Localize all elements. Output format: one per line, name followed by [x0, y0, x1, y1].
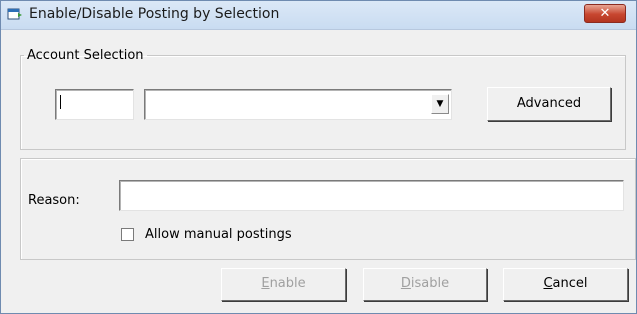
- disable-mnemonic: D: [400, 276, 411, 291]
- title-bar[interactable]: Enable/Disable Posting by Selection ✕: [1, 1, 636, 30]
- text-caret: [60, 95, 61, 109]
- enable-button[interactable]: Enable: [221, 268, 346, 301]
- app-icon: [7, 8, 22, 20]
- account-code-input[interactable]: [55, 89, 134, 120]
- account-selection-legend: Account Selection: [27, 48, 144, 63]
- allow-manual-postings-label[interactable]: Allow manual postings: [145, 227, 292, 242]
- reason-label: Reason:: [28, 193, 80, 208]
- allow-manual-postings-checkbox[interactable]: [121, 228, 134, 241]
- window-title: Enable/Disable Posting by Selection: [29, 6, 280, 22]
- cancel-mnemonic: C: [543, 276, 553, 291]
- enable-mnemonic: E: [261, 276, 270, 291]
- account-combobox[interactable]: ▼: [144, 89, 452, 120]
- cancel-button[interactable]: Cancel: [503, 268, 628, 301]
- chevron-down-icon[interactable]: ▼: [431, 94, 449, 114]
- close-icon: ✕: [599, 6, 611, 21]
- dialog-client-area: Account Selection ▼ Advanced Reason: All…: [9, 30, 636, 307]
- advanced-button[interactable]: Advanced: [487, 87, 611, 121]
- close-button[interactable]: ✕: [584, 4, 626, 23]
- dialog-window: Enable/Disable Posting by Selection ✕ Ac…: [0, 0, 637, 314]
- disable-button[interactable]: Disable: [363, 268, 487, 301]
- reason-input[interactable]: [119, 180, 624, 211]
